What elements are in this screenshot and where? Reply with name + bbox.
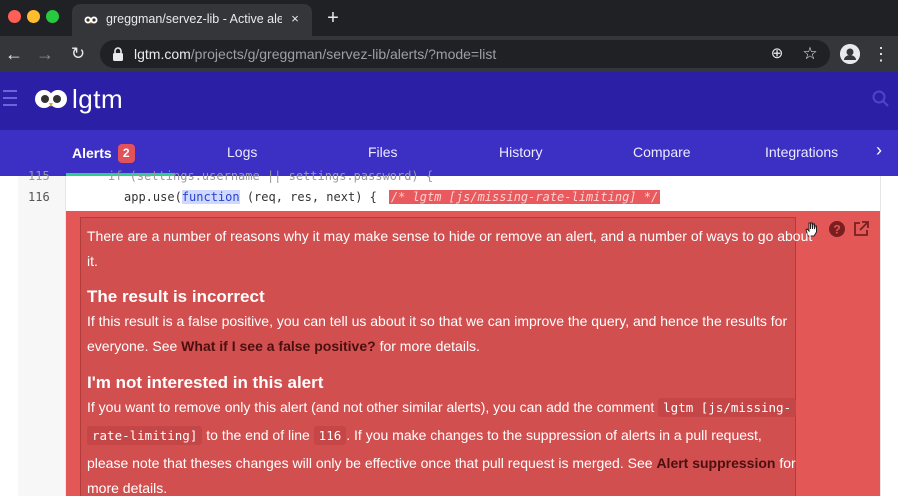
address-bar[interactable]: lgtm.com/projects/g/greggman/servez-lib/… xyxy=(100,40,830,68)
code-keyword: function xyxy=(181,190,240,204)
heading-result-incorrect: The result is incorrect xyxy=(87,287,265,306)
code-text: app.use( xyxy=(124,190,182,204)
text: If you want to remove only this alert (a… xyxy=(87,399,659,415)
code-line: app.use(function (req, res, next) { /* lg… xyxy=(124,190,661,204)
paragraph-false-positive-cont: everyone. See What if I see a false posi… xyxy=(87,334,480,359)
tab-title: greggman/servez-lib - Active ale xyxy=(106,12,282,26)
search-icon[interactable] xyxy=(872,90,890,108)
tab-history[interactable]: History xyxy=(499,144,543,160)
code-text: (req, res, next) { xyxy=(239,190,377,204)
hamburger-menu-icon[interactable] xyxy=(3,90,17,110)
close-window-button[interactable] xyxy=(8,10,21,23)
alert-intro: There are a number of reasons why it may… xyxy=(87,228,813,244)
account-icon[interactable] xyxy=(840,44,860,64)
menu-icon[interactable]: ⋮ xyxy=(872,42,890,66)
inline-code: lgtm [js/missing- xyxy=(658,398,797,417)
paragraph-false-positive: If this result is a false positive, you … xyxy=(87,313,788,329)
text: to the end of line xyxy=(202,427,314,443)
text: everyone. See xyxy=(87,338,182,354)
lgtm-owl-logo-icon[interactable] xyxy=(34,86,68,112)
suppression-comment: /* lgtm [js/missing-rate-limiting] */ xyxy=(388,190,661,204)
minimize-window-button[interactable] xyxy=(27,10,40,23)
tab-alerts-label: Alerts xyxy=(72,145,112,161)
forward-arrow-icon[interactable]: → xyxy=(33,42,57,66)
text: . If you make changes to the suppression… xyxy=(346,427,762,443)
divider xyxy=(880,176,881,496)
browser-tab-strip: greggman/servez-lib - Active ale × + xyxy=(0,0,898,36)
heading-not-interested: I'm not interested in this alert xyxy=(87,373,324,392)
back-arrow-icon[interactable]: ← xyxy=(2,42,26,66)
chevron-right-icon[interactable]: › xyxy=(876,140,882,161)
reload-icon[interactable]: ↻ xyxy=(66,42,90,66)
paragraph-suppress-cont: more details. xyxy=(87,480,168,496)
add-icon[interactable]: ⊕ xyxy=(767,44,787,64)
tab-logs[interactable]: Logs xyxy=(227,144,257,160)
external-link-icon[interactable] xyxy=(852,220,870,238)
line-number: 116 xyxy=(28,190,50,204)
url-path: /projects/g/greggman/servez-lib/alerts/?… xyxy=(190,46,497,62)
tab-integrations[interactable]: Integrations xyxy=(765,144,838,160)
alerts-count-badge: 2 xyxy=(117,144,135,163)
browser-tab[interactable]: greggman/servez-lib - Active ale × xyxy=(72,4,312,36)
text: for xyxy=(775,455,796,471)
text: for more details. xyxy=(375,338,480,354)
tab-files[interactable]: Files xyxy=(368,144,398,160)
maximize-window-button[interactable] xyxy=(46,10,59,23)
alert-suppression-link[interactable]: Alert suppression xyxy=(656,455,775,471)
help-icon[interactable]: ? xyxy=(828,220,846,238)
url-host: lgtm.com xyxy=(134,46,191,62)
paragraph-suppress-cont: rate-limiting] to the end of line 116. I… xyxy=(87,423,762,448)
line-number: 115 xyxy=(28,169,50,183)
site-header: lgtm xyxy=(0,72,898,130)
logo-text[interactable]: lgtm xyxy=(72,84,123,115)
new-tab-button[interactable]: + xyxy=(322,7,344,29)
star-icon[interactable]: ☆ xyxy=(800,44,820,64)
code-line-partial: if (settings.username || settings.passwo… xyxy=(108,169,434,183)
inline-code: 116 xyxy=(313,426,347,445)
browser-toolbar: ← → ↻ lgtm.com/projects/g/greggman/serve… xyxy=(0,36,898,72)
inline-code: rate-limiting] xyxy=(87,426,203,445)
paragraph-suppress: If you want to remove only this alert (a… xyxy=(87,395,797,420)
tab-compare[interactable]: Compare xyxy=(633,144,691,160)
tab-close-icon[interactable]: × xyxy=(286,10,304,28)
tab-alerts[interactable]: Alerts 2 xyxy=(72,144,135,163)
lock-icon xyxy=(113,47,123,61)
paragraph-suppress-cont: please note that theses changes will onl… xyxy=(87,451,796,476)
svg-text:?: ? xyxy=(833,223,840,237)
alert-intro-cont: it. xyxy=(87,253,98,269)
line-number-gutter xyxy=(18,176,66,496)
text: please note that theses changes will onl… xyxy=(87,455,657,471)
lgtm-favicon-icon xyxy=(84,16,98,24)
false-positive-link[interactable]: What if I see a false positive? xyxy=(181,338,376,354)
url-text: lgtm.com/projects/g/greggman/servez-lib/… xyxy=(134,46,496,62)
